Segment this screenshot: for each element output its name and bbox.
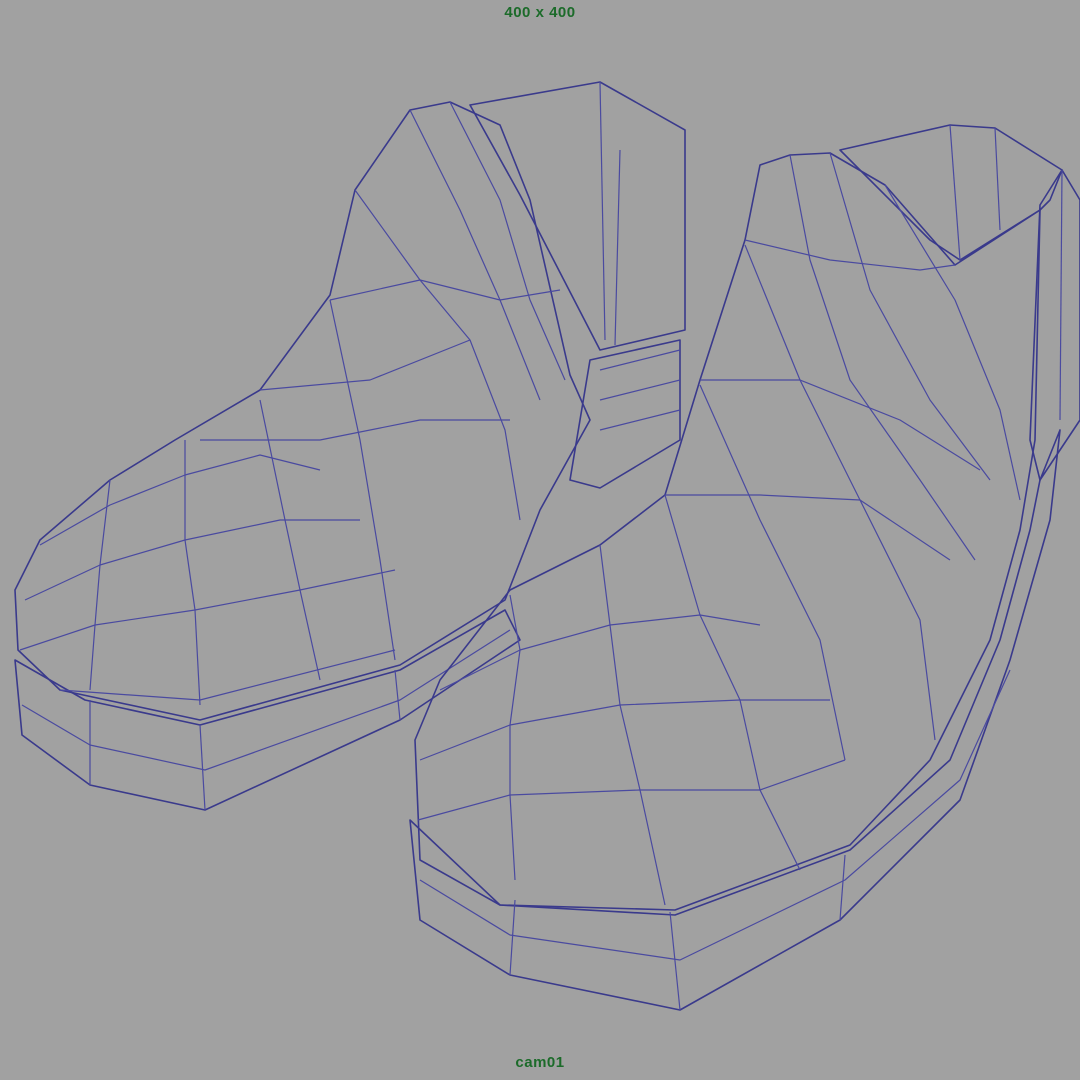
left-boot-upper: [14, 101, 591, 721]
camera-name-label: cam01: [515, 1054, 565, 1071]
right-boot[interactable]: [409, 124, 1080, 1011]
left-boot-inner-collar: [469, 81, 686, 351]
left-boot[interactable]: [14, 81, 686, 811]
right-boot-sole: [409, 429, 1061, 1011]
left-boot-sole: [14, 609, 521, 811]
scene-render[interactable]: [0, 0, 1080, 1080]
modeling-viewport[interactable]: 400 x 400 cam01: [0, 0, 1080, 1080]
